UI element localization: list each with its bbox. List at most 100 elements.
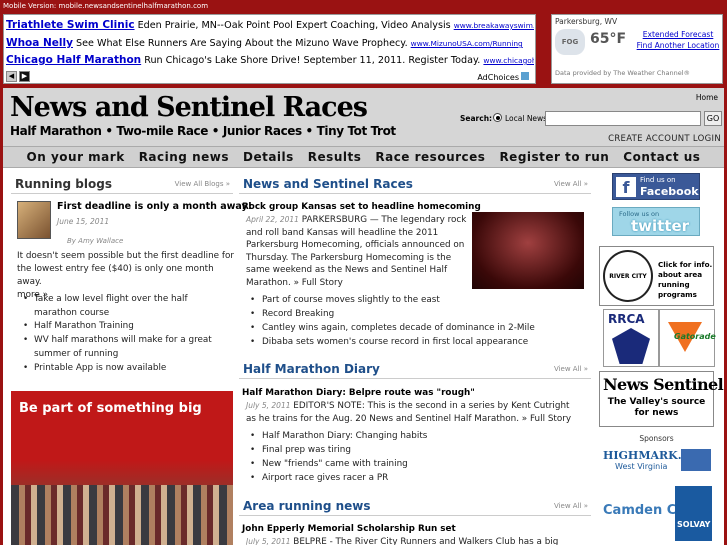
- twitter-button[interactable]: Follow us on twitter: [612, 207, 700, 236]
- extended-forecast-link[interactable]: Extended Forecast: [636, 29, 720, 40]
- ad-text: See What Else Runners Are Saying About t…: [72, 38, 411, 49]
- view-all-area-link[interactable]: View All »: [554, 502, 588, 510]
- nav-results[interactable]: Results: [301, 147, 369, 167]
- news-lead-title[interactable]: Rock group Kansas set to headline homeco…: [242, 202, 481, 212]
- ad-title[interactable]: Whoa Nelly: [6, 37, 73, 49]
- ad-text: Eden Prairie, MN--Oak Point Pool Expert …: [134, 20, 454, 31]
- view-all-blogs-link[interactable]: View All Blogs »: [175, 180, 230, 188]
- list-item[interactable]: Half Marathon Diary: Changing habits: [242, 429, 592, 443]
- news-sentinel-tagline: The Valley's source for news: [607, 397, 706, 418]
- main-nav: On your mark Racing news Details Results…: [3, 146, 724, 168]
- runners-photo: [11, 485, 233, 545]
- gatorade-logo[interactable]: Gatorade: [659, 309, 716, 367]
- rrca-logo[interactable]: RRCA: [603, 309, 659, 367]
- fog-icon: FOG: [555, 29, 585, 55]
- promo-text: Be part of something big: [19, 401, 202, 416]
- diary-lead-text: July 5, 2011 EDITOR'S NOTE: This is the …: [246, 401, 572, 424]
- area-heading: Area running news: [243, 499, 371, 513]
- diary-lead-title[interactable]: Half Marathon Diary: Belpre route was "r…: [242, 388, 475, 398]
- local-news-radio[interactable]: [493, 113, 502, 122]
- site-logo-subtitle[interactable]: Half Marathon • Two-mile Race • Junior R…: [10, 124, 396, 138]
- news-list: Part of course moves slightly to the eas…: [242, 293, 592, 349]
- camden-clark-sponsor[interactable]: Camden Clark SOLVAY: [599, 486, 714, 541]
- blog-author-avatar[interactable]: [17, 201, 51, 239]
- news-sentinel-ad[interactable]: News Sentinel The Valley's source for ne…: [599, 371, 724, 427]
- blogs-header: Running blogs View All Blogs »: [11, 176, 233, 194]
- list-item[interactable]: Dibaba sets women's course record in fir…: [242, 335, 592, 349]
- nav-on-your-mark[interactable]: On your mark: [20, 147, 132, 167]
- rcr-info-text: Click for info. about area running progr…: [658, 260, 713, 299]
- search-label: Search:: [460, 114, 493, 123]
- rrca-emblem-icon: [612, 328, 650, 364]
- ad-text: Run Chicago's Lake Shore Drive! Septembe…: [141, 55, 484, 66]
- highmark-subtitle: West Virginia: [615, 462, 668, 471]
- nav-details[interactable]: Details: [236, 147, 301, 167]
- list-item[interactable]: Take a low level flight over the half ma…: [23, 293, 233, 320]
- band-photo[interactable]: [472, 212, 584, 289]
- site-header: News and Sentinel Races Half Marathon • …: [3, 88, 724, 146]
- promo-banner[interactable]: Be part of something big: [11, 391, 233, 545]
- list-item[interactable]: New "friends" came with training: [242, 457, 592, 471]
- search-go-button[interactable]: GO: [704, 111, 722, 126]
- weather-source[interactable]: Data provided by The Weather Channel®: [555, 69, 690, 77]
- ad-url[interactable]: www.MizunoUSA.com/Running: [411, 39, 523, 48]
- ad-row[interactable]: Whoa Nelly See What Else Runners Are Say…: [6, 35, 534, 51]
- weather-widget: Parkersburg, WV FOG 65°F Extended Foreca…: [551, 14, 723, 84]
- facebook-caption: Find us on: [640, 176, 676, 184]
- sponsors-heading: Sponsors: [639, 434, 674, 443]
- river-city-runners-logo: RIVER CITY RUNNERS: [603, 250, 653, 330]
- adchoices-icon: [521, 72, 529, 80]
- news-lead-text: April 22, 2011 PARKERSBURG — The legenda…: [246, 215, 467, 288]
- weather-temp: 65°F: [590, 31, 627, 47]
- blog-post-author: By Amy Wallace: [67, 237, 124, 245]
- ad-row[interactable]: Chicago Half Marathon Run Chicago's Lake…: [6, 52, 534, 68]
- blog-post-date: June 15, 2011: [57, 217, 110, 226]
- list-item[interactable]: Record Breaking: [242, 307, 592, 321]
- diary-header: Half Marathon Diary View All »: [239, 361, 591, 379]
- solvay-logo[interactable]: SOLVAY: [675, 486, 712, 541]
- search-input[interactable]: [545, 111, 701, 126]
- facebook-button[interactable]: f Find us on Facebook: [612, 173, 700, 200]
- nav-register[interactable]: Register to run: [492, 147, 616, 167]
- highmark-sponsor[interactable]: HIGHMARK. West Virginia: [599, 447, 714, 483]
- area-header: Area running news View All »: [239, 498, 591, 516]
- facebook-icon: f: [616, 177, 636, 197]
- blogs-heading: Running blogs: [15, 177, 112, 191]
- area-lead-title[interactable]: John Epperly Memorial Scholarship Run se…: [242, 524, 456, 534]
- next-arrow-icon[interactable]: ▶: [19, 71, 30, 82]
- list-item[interactable]: Half Marathon Training: [23, 320, 233, 334]
- view-all-diary-link[interactable]: View All »: [554, 365, 588, 373]
- nav-contact[interactable]: Contact us: [616, 147, 707, 167]
- weather-location: Parkersburg, WV: [555, 17, 618, 26]
- site-logo-title[interactable]: News and Sentinel Races: [10, 92, 368, 124]
- ad-title[interactable]: Triathlete Swim Clinic: [6, 19, 135, 31]
- account-links[interactable]: CREATE ACCOUNT LOGIN: [608, 134, 721, 144]
- full-story-link[interactable]: » Full Story: [294, 278, 343, 288]
- list-item[interactable]: Final prep was tiring: [242, 443, 592, 457]
- list-item[interactable]: WV half marathons will make for a great …: [23, 334, 233, 361]
- news-sentinel-logo: News Sentinel: [603, 375, 724, 394]
- home-link[interactable]: Home: [696, 93, 718, 102]
- prev-arrow-icon[interactable]: ◀: [6, 71, 17, 82]
- nav-racing-news[interactable]: Racing news: [132, 147, 236, 167]
- list-item[interactable]: Airport race gives racer a PR: [242, 471, 592, 485]
- blog-list: Take a low level flight over the half ma…: [23, 293, 233, 375]
- blog-post-title[interactable]: First deadline is only a month away!: [57, 201, 252, 212]
- ad-banner: Triathlete Swim Clinic Eden Prairie, MN-…: [3, 14, 536, 84]
- nav-race-resources[interactable]: Race resources: [368, 147, 492, 167]
- ad-url[interactable]: www.chicagohalfmarathon.com: [483, 56, 534, 65]
- view-all-news-link[interactable]: View All »: [554, 180, 588, 188]
- page-content: News and Sentinel Races Half Marathon • …: [3, 88, 724, 545]
- ad-pager: ◀ ▶: [6, 71, 30, 82]
- find-location-link[interactable]: Find Another Location: [636, 40, 720, 51]
- river-city-runners-ad[interactable]: RIVER CITY RUNNERS Click for info. about…: [599, 246, 714, 330]
- ad-title[interactable]: Chicago Half Marathon: [6, 54, 141, 66]
- ad-choices[interactable]: AdChoices: [477, 72, 529, 82]
- list-item[interactable]: Cantley wins again, completes decade of …: [242, 321, 592, 335]
- ad-url[interactable]: www.breakawayswim.com: [454, 21, 534, 30]
- list-item[interactable]: Printable App is now available: [23, 362, 233, 376]
- mobile-version-bar[interactable]: Mobile Version: mobile.newsandsentinelha…: [0, 0, 727, 13]
- ad-row[interactable]: Triathlete Swim Clinic Eden Prairie, MN-…: [6, 17, 534, 33]
- diary-heading: Half Marathon Diary: [243, 362, 380, 376]
- list-item[interactable]: Part of course moves slightly to the eas…: [242, 293, 592, 307]
